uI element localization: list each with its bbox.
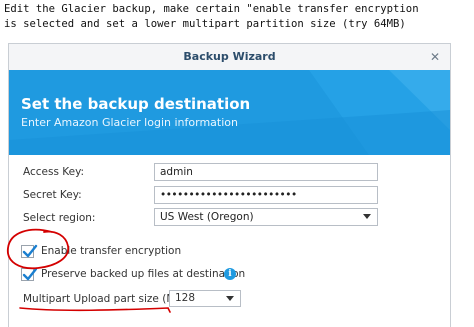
- instruction-text: Edit the Glacier backup, make certain "e…: [4, 3, 419, 30]
- checkmark-icon: [22, 267, 38, 281]
- region-select[interactable]: US West (Oregon): [154, 208, 378, 226]
- banner-title: Set the backup destination: [21, 95, 251, 113]
- access-key-input[interactable]: admin: [154, 163, 378, 181]
- multipart-label: Multipart Upload part size (MB):: [23, 293, 191, 305]
- encryption-checkbox[interactable]: [21, 244, 38, 258]
- multipart-select[interactable]: 128: [169, 290, 241, 307]
- chevron-down-icon: [363, 214, 371, 219]
- chevron-down-icon: [226, 296, 234, 301]
- encryption-label: Enable transfer encryption: [41, 245, 182, 257]
- region-value: US West (Oregon): [160, 211, 254, 223]
- preserve-label: Preserve backed up files at destination: [41, 268, 246, 280]
- dialog-title: Backup Wizard: [183, 50, 276, 63]
- region-label: Select region:: [23, 212, 96, 224]
- checkmark-icon: [22, 244, 38, 258]
- close-icon[interactable]: ✕: [430, 44, 440, 70]
- info-icon[interactable]: i: [224, 268, 236, 280]
- multipart-value: 128: [175, 292, 196, 304]
- secret-key-input[interactable]: ••••••••••••••••••••••••: [154, 186, 378, 204]
- banner: Set the backup destination Enter Amazon …: [9, 70, 450, 155]
- banner-subtitle: Enter Amazon Glacier login information: [21, 116, 238, 129]
- access-key-label: Access Key:: [23, 166, 85, 178]
- preserve-checkbox[interactable]: [21, 267, 38, 281]
- dialog-titlebar: Backup Wizard ✕: [9, 44, 450, 71]
- backup-wizard-dialog: Backup Wizard ✕ Set the backup destinati…: [8, 43, 451, 327]
- secret-key-label: Secret Key:: [23, 189, 82, 201]
